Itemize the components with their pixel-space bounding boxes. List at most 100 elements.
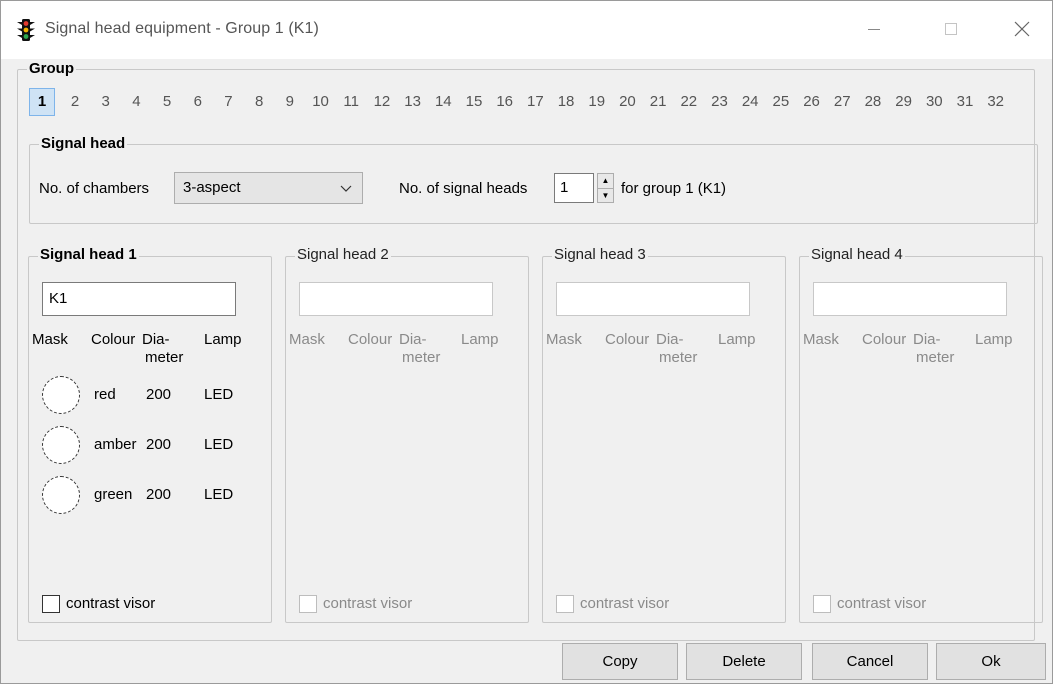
group-number-21[interactable]: 21 [643,89,674,115]
signal-heads-count-stepper[interactable]: ▲ ▼ [597,173,614,203]
group-number-29[interactable]: 29 [888,89,919,115]
row-colour-green: green [94,486,133,503]
group-label: Group [27,60,76,78]
diameter-column-header-line1: Dia- [399,331,427,348]
mask-column-header: Mask [289,331,325,348]
diameter-column-header-line1: Dia- [913,331,941,348]
mask-column-header: Mask [32,331,68,348]
chevron-down-icon [340,181,352,198]
signal-head-4-panel: Signal head 4 Mask Colour Dia- meter Lam… [799,246,1043,623]
close-icon [1014,21,1030,37]
cancel-button[interactable]: Cancel [812,643,928,680]
lamp-column-header: Lamp [461,331,499,348]
row-colour-red: red [94,386,116,403]
group-number-10[interactable]: 10 [305,89,336,115]
signal-head-2-title: Signal head 2 [295,246,391,264]
diameter-column-header-line2: meter [916,349,955,366]
group-number-17[interactable]: 17 [520,89,551,115]
group-number-30[interactable]: 30 [919,89,950,115]
contrast-visor-checkbox-1[interactable] [42,595,60,613]
group-number-23[interactable]: 23 [704,89,735,115]
group-number-13[interactable]: 13 [397,89,428,115]
group-number-list: 1 2 3 4 5 6 7 8 9 10 11 12 13 14 15 16 17 18 19 20 21 22 23 24 2… [29,88,1011,116]
signal-head-1-title: Signal head 1 [38,246,139,264]
group-number-12[interactable]: 12 [367,89,398,115]
group-number-7[interactable]: 7 [213,89,244,115]
signal-head-3-panel: Signal head 3 Mask Colour Dia- meter Lam… [542,246,786,623]
row-colour-amber: amber [94,436,137,453]
group-number-19[interactable]: 19 [581,89,612,115]
signal-heads-count-label: No. of signal heads [399,180,528,197]
signal-head-3-title: Signal head 3 [552,246,648,264]
copy-button[interactable]: Copy [562,643,678,680]
signal-head-4-title: Signal head 4 [809,246,905,264]
group-number-26[interactable]: 26 [796,89,827,115]
close-button[interactable] [999,9,1045,49]
delete-button[interactable]: Delete [686,643,802,680]
stepper-up-icon[interactable]: ▲ [598,174,613,188]
contrast-visor-label-2: contrast visor [323,595,413,612]
row-lamp-green: LED [204,486,234,503]
ok-button[interactable]: Ok [936,643,1046,680]
maximize-button[interactable] [928,9,974,49]
group-number-14[interactable]: 14 [428,89,459,115]
group-number-2[interactable]: 2 [60,89,91,115]
group-number-9[interactable]: 9 [275,89,306,115]
diameter-column-header-line1: Dia- [656,331,684,348]
contrast-visor-checkbox-4[interactable] [813,595,831,613]
group-number-18[interactable]: 18 [551,89,582,115]
contrast-visor-label-3: contrast visor [580,595,670,612]
signal-heads-count-input[interactable]: 1 [554,173,594,203]
diameter-column-header-line1: Dia- [142,331,170,348]
group-number-32[interactable]: 32 [980,89,1011,115]
chambers-value: 3-aspect [183,179,241,196]
diameter-column-header-line2: meter [145,349,184,366]
group-number-11[interactable]: 11 [336,89,367,115]
mask-circle-green[interactable] [42,476,80,514]
group-number-20[interactable]: 20 [612,89,643,115]
group-number-22[interactable]: 22 [673,89,704,115]
row-diameter-amber: 200 [146,436,172,453]
window-title: Signal head equipment - Group 1 (K1) [45,20,319,37]
signal-head-1-panel: Signal head 1 K1 Mask Colour Dia- meter … [28,246,272,623]
lamp-column-header: Lamp [204,331,242,348]
chambers-label: No. of chambers [39,180,150,197]
maximize-icon [945,23,957,35]
traffic-light-icon [16,18,36,42]
signal-head-3-name-input[interactable] [556,282,750,316]
group-number-6[interactable]: 6 [182,89,213,115]
group-number-27[interactable]: 27 [827,89,858,115]
colour-column-header: Colour [91,331,136,348]
mask-circle-red[interactable] [42,376,80,414]
group-number-28[interactable]: 28 [858,89,889,115]
for-group-label: for group 1 (K1) [621,180,727,197]
chambers-select[interactable]: 3-aspect [174,172,363,204]
minimize-button[interactable] [851,9,897,49]
mask-circle-amber[interactable] [42,426,80,464]
diameter-column-header-line2: meter [402,349,441,366]
signal-head-1-name-input[interactable]: K1 [42,282,236,316]
stepper-down-icon[interactable]: ▼ [598,188,613,202]
title-bar: Signal head equipment - Group 1 (K1) [1,1,1052,59]
colour-column-header: Colour [862,331,907,348]
row-diameter-green: 200 [146,486,172,503]
group-number-4[interactable]: 4 [121,89,152,115]
group-number-3[interactable]: 3 [90,89,121,115]
group-number-5[interactable]: 5 [152,89,183,115]
contrast-visor-checkbox-2[interactable] [299,595,317,613]
signal-head-4-name-input[interactable] [813,282,1007,316]
group-number-8[interactable]: 8 [244,89,275,115]
contrast-visor-checkbox-3[interactable] [556,595,574,613]
group-number-1[interactable]: 1 [29,88,55,116]
group-number-24[interactable]: 24 [735,89,766,115]
group-number-16[interactable]: 16 [489,89,520,115]
signal-head-2-name-input[interactable] [299,282,493,316]
row-lamp-red: LED [204,386,234,403]
signal-head-2-panel: Signal head 2 Mask Colour Dia- meter Lam… [285,246,529,623]
dialog-window: Signal head equipment - Group 1 (K1) Gro… [0,0,1053,684]
group-number-25[interactable]: 25 [766,89,797,115]
contrast-visor-label-1: contrast visor [66,595,156,612]
group-number-31[interactable]: 31 [950,89,981,115]
colour-column-header: Colour [348,331,393,348]
group-number-15[interactable]: 15 [459,89,490,115]
